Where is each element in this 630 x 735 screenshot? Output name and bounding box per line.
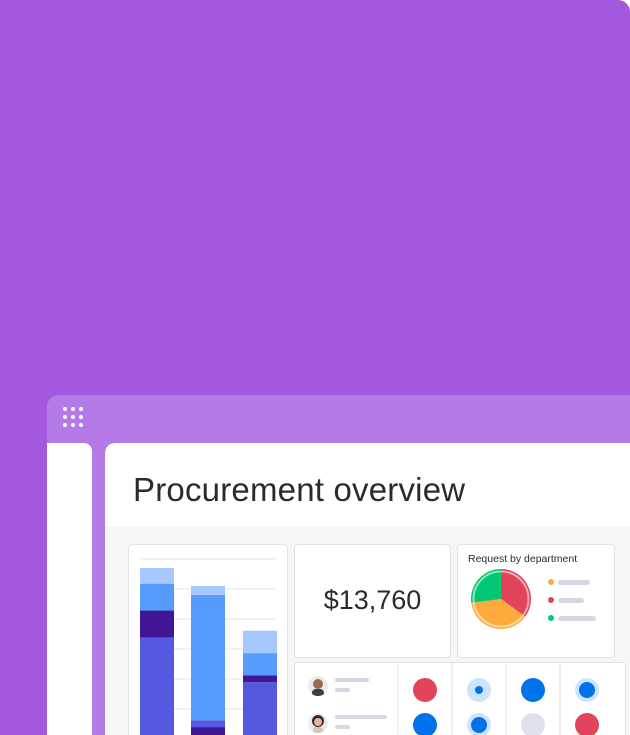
sidebar bbox=[47, 443, 92, 735]
legend-dot-green bbox=[548, 615, 554, 621]
bar-segment[interactable] bbox=[191, 585, 225, 595]
app-window: Procurement overview $13,760 Request by … bbox=[47, 395, 630, 735]
bar-segment[interactable] bbox=[243, 630, 277, 654]
bar-segment[interactable] bbox=[191, 727, 225, 735]
bar-chart bbox=[140, 558, 277, 735]
legend-dot-red bbox=[548, 597, 554, 603]
text-placeholder bbox=[335, 715, 387, 719]
bar-segment[interactable] bbox=[140, 567, 174, 584]
legend-dot-orange bbox=[548, 579, 554, 585]
status-dot-blue-ring[interactable] bbox=[575, 678, 599, 702]
legend-line bbox=[558, 616, 596, 621]
status-dot-red[interactable] bbox=[575, 713, 599, 735]
legend-line bbox=[558, 580, 590, 585]
main-panel: Procurement overview $13,760 Request by … bbox=[105, 443, 630, 735]
bar-segment[interactable] bbox=[140, 610, 174, 638]
bar-segment[interactable] bbox=[243, 675, 277, 683]
bar-segment[interactable] bbox=[140, 637, 174, 735]
text-placeholder bbox=[335, 678, 369, 682]
pie-slice[interactable] bbox=[471, 569, 501, 603]
status-table-card[interactable] bbox=[294, 662, 626, 735]
text-placeholder bbox=[335, 725, 350, 729]
status-dot-selected[interactable] bbox=[467, 678, 491, 702]
legend-line bbox=[558, 598, 584, 603]
page-title: Procurement overview bbox=[133, 471, 466, 508]
status-dot-empty[interactable] bbox=[521, 713, 545, 735]
kpi-value: $13,760 bbox=[323, 585, 422, 615]
bar-segment[interactable] bbox=[243, 653, 277, 676]
status-dot-blue-ring[interactable] bbox=[467, 713, 491, 735]
bar-segment[interactable] bbox=[243, 682, 277, 735]
status-dot-red[interactable] bbox=[413, 678, 437, 702]
bar-segment[interactable] bbox=[140, 583, 174, 611]
bar-segment[interactable] bbox=[191, 594, 225, 721]
avatar bbox=[308, 713, 328, 733]
dashboard: $13,760 Request by department bbox=[105, 527, 630, 735]
bar-chart-card[interactable] bbox=[128, 544, 288, 735]
pie-card-title: Request by department bbox=[468, 553, 578, 565]
kpi-card[interactable]: $13,760 bbox=[294, 544, 451, 658]
background: Procurement overview $13,760 Request by … bbox=[0, 0, 630, 735]
pie-chart-card[interactable]: Request by department bbox=[457, 544, 615, 658]
pie-chart bbox=[471, 569, 531, 629]
text-placeholder bbox=[335, 688, 350, 692]
status-dot-blue[interactable] bbox=[413, 713, 437, 735]
status-dot-blue[interactable] bbox=[521, 678, 545, 702]
grid-dots-icon[interactable] bbox=[63, 407, 85, 429]
avatar bbox=[308, 676, 328, 696]
bar-segment[interactable] bbox=[191, 720, 225, 728]
